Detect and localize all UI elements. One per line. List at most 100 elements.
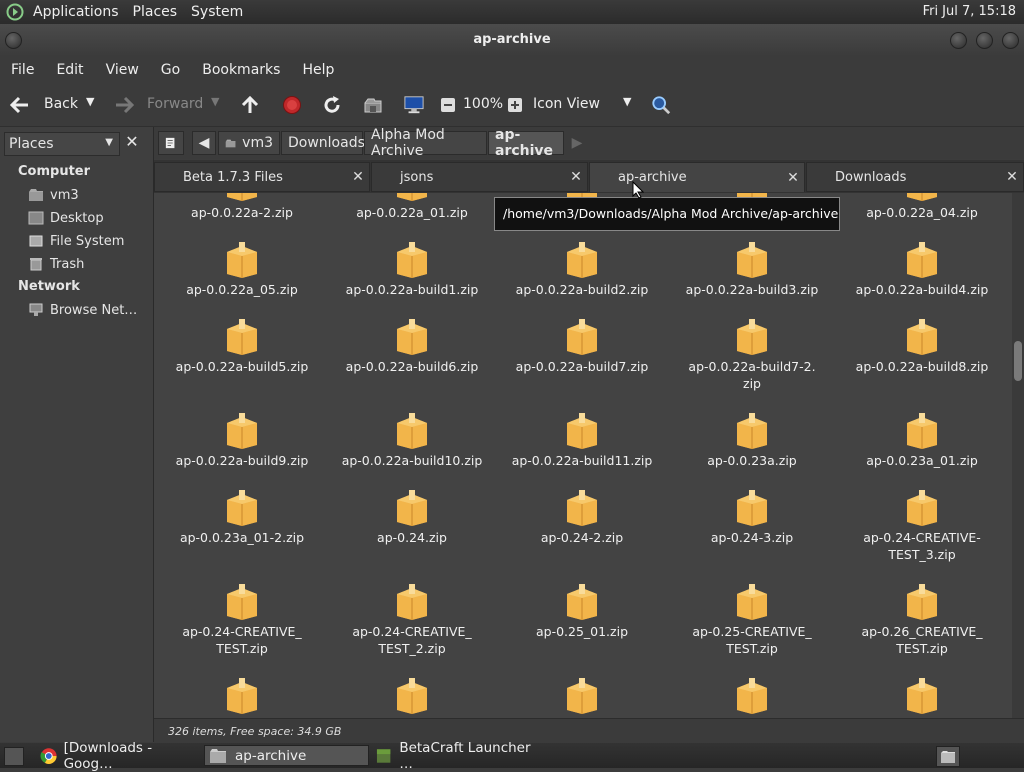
zoom-out-icon[interactable] xyxy=(438,95,458,115)
workspace-switcher-icon[interactable] xyxy=(936,746,960,767)
taskbar-item-ap-archive[interactable]: ap-archive xyxy=(204,745,369,766)
show-desktop-icon[interactable] xyxy=(4,747,24,766)
file-item[interactable]: ap-0.0.22a-build8.zip xyxy=(842,317,1002,375)
file-item[interactable]: ap-0.0.22a-build3.zip xyxy=(672,240,832,298)
sidebar-item-file-system[interactable]: File System xyxy=(28,231,124,251)
file-item[interactable]: ap-0.0.22a-2.zip xyxy=(162,193,322,221)
file-name: ap-0.0.22a-build4.zip xyxy=(855,282,989,297)
file-item[interactable] xyxy=(502,676,662,714)
menu-go[interactable]: Go xyxy=(150,62,191,78)
maximize-button[interactable] xyxy=(976,32,993,49)
file-name: ap-0.0.22a_01.zip xyxy=(356,205,468,220)
file-item[interactable]: ap-0.0.22a-build4.zip xyxy=(842,240,1002,298)
close-tab-icon[interactable]: ✕ xyxy=(351,169,365,185)
close-window-button[interactable] xyxy=(1002,32,1019,49)
breadcrumb-forward-icon[interactable]: ▶ xyxy=(566,131,588,155)
file-item[interactable] xyxy=(332,676,492,714)
places-menu[interactable]: Places xyxy=(126,4,185,20)
taskbar-item-betacraft[interactable]: BetaCraft Launcher … xyxy=(372,740,542,772)
file-item[interactable]: ap-0.0.23a_01.zip xyxy=(842,411,1002,469)
file-item[interactable]: ap-0.24-CREATIVE_ TEST_2.zip xyxy=(332,582,492,657)
tab-beta-files[interactable]: Beta 1.7.3 Files ✕ xyxy=(154,162,370,192)
breadcrumb-downloads[interactable]: Downloads xyxy=(281,131,365,155)
tab-ap-archive[interactable]: ap-archive ✕ xyxy=(589,162,805,192)
back-button[interactable]: Back xyxy=(44,96,78,112)
computer-icon[interactable] xyxy=(404,95,424,115)
menu-view[interactable]: View xyxy=(95,62,150,78)
sidebar-item-vm3[interactable]: vm3 xyxy=(28,185,79,205)
taskbar-item-browser[interactable]: [Downloads - Goog… xyxy=(36,740,202,772)
file-item[interactable] xyxy=(842,676,1002,714)
back-history-dropdown-icon[interactable]: ▼ xyxy=(86,95,94,108)
file-item[interactable]: ap-0.0.22a-build5.zip xyxy=(162,317,322,375)
file-item[interactable]: ap-0.24.zip xyxy=(332,488,492,546)
reload-icon[interactable] xyxy=(322,95,342,115)
breadcrumb-alpha-mod-archive[interactable]: Alpha Mod Archive xyxy=(364,127,487,159)
close-tab-icon[interactable]: ✕ xyxy=(786,170,800,186)
sidebar-item-browse-network[interactable]: Browse Net… xyxy=(28,300,137,320)
file-item[interactable]: ap-0.0.22a-build7-2. zip xyxy=(672,317,832,392)
zoom-in-icon[interactable] xyxy=(505,95,525,115)
distro-logo-icon[interactable] xyxy=(4,2,26,22)
menu-file[interactable]: File xyxy=(0,62,45,78)
file-item[interactable]: ap-0.0.22a-build2.zip xyxy=(502,240,662,298)
stop-icon[interactable] xyxy=(282,95,302,115)
edit-location-icon[interactable] xyxy=(158,131,184,155)
forward-button[interactable]: Forward xyxy=(147,96,203,112)
scrollbar-thumb[interactable] xyxy=(1014,341,1022,381)
applications-menu[interactable]: Applications xyxy=(26,4,126,20)
file-item[interactable]: ap-0.0.22a_04.zip xyxy=(842,193,1002,221)
places-dropdown[interactable]: Places ▼ xyxy=(4,132,120,156)
file-item[interactable]: ap-0.0.22a_05.zip xyxy=(162,240,322,298)
file-item[interactable]: ap-0.24-3.zip xyxy=(672,488,832,546)
home-icon[interactable] xyxy=(363,95,383,115)
file-item[interactable]: ap-0.24-CREATIVE- TEST_3.zip xyxy=(842,488,1002,563)
back-arrow-icon[interactable] xyxy=(10,95,30,115)
file-item[interactable]: ap-0.0.22a-build7.zip xyxy=(502,317,662,375)
breadcrumb-back-icon[interactable]: ◀ xyxy=(192,131,216,155)
zip-archive-icon xyxy=(332,582,492,620)
breadcrumb-ap-archive[interactable]: ap-archive xyxy=(488,127,564,159)
file-item[interactable]: ap-0.0.22a_01.zip xyxy=(332,193,492,221)
icon-view[interactable]: ap-0.0.22a-2.zip ap-0.0.22a_01.zip ap-0.0.… xyxy=(154,193,1012,718)
breadcrumb-vm3[interactable]: vm3 xyxy=(218,131,280,155)
file-item[interactable]: ap-0.24-CREATIVE_ TEST.zip xyxy=(162,582,322,657)
close-sidebar-icon[interactable]: ✕ xyxy=(122,132,142,152)
search-icon[interactable] xyxy=(651,95,671,115)
file-item[interactable]: ap-0.0.22a-build11.zip xyxy=(502,411,662,469)
file-item[interactable]: ap-0.0.23a_01-2.zip xyxy=(162,488,322,546)
close-tab-icon[interactable]: ✕ xyxy=(569,169,583,185)
view-mode-dropdown-icon[interactable]: ▼ xyxy=(623,95,631,108)
vertical-scrollbar[interactable] xyxy=(1012,193,1024,718)
up-arrow-icon[interactable] xyxy=(240,95,260,115)
file-item[interactable]: ap-0.24-2.zip xyxy=(502,488,662,546)
title-bar[interactable]: ap-archive xyxy=(0,24,1024,56)
sidebar-item-desktop[interactable]: Desktop xyxy=(28,208,104,228)
tab-jsons[interactable]: jsons ✕ xyxy=(371,162,588,192)
forward-history-dropdown-icon[interactable]: ▼ xyxy=(211,95,219,108)
view-mode-select[interactable]: Icon View xyxy=(533,96,600,112)
minimize-button[interactable] xyxy=(950,32,967,49)
tab-downloads[interactable]: Downloads ✕ xyxy=(806,162,1024,192)
file-item[interactable]: ap-0.26_CREATIVE_ TEST.zip xyxy=(842,582,1002,657)
file-item[interactable]: ap-0.0.22a-build1.zip xyxy=(332,240,492,298)
system-menu[interactable]: System xyxy=(184,4,250,20)
file-item[interactable]: ap-0.0.23a.zip xyxy=(672,411,832,469)
close-tab-icon[interactable]: ✕ xyxy=(1005,169,1019,185)
file-item[interactable]: ap-0.0.22a-build9.zip xyxy=(162,411,322,469)
zip-archive-icon xyxy=(672,317,832,355)
file-item[interactable]: ap-0.25-CREATIVE_ TEST.zip xyxy=(672,582,832,657)
clock[interactable]: Fri Jul 7, 15:18 xyxy=(923,4,1016,19)
file-item[interactable]: ap-0.0.22a-build10.zip xyxy=(332,411,492,469)
file-item[interactable] xyxy=(672,676,832,714)
file-item[interactable] xyxy=(162,676,322,714)
menu-edit[interactable]: Edit xyxy=(45,62,94,78)
breadcrumb: ◀ vm3 Downloads Alpha Mod Archive ap-arc… xyxy=(154,127,1024,159)
menu-bookmarks[interactable]: Bookmarks xyxy=(191,62,291,78)
chrome-icon xyxy=(40,747,57,764)
menu-help[interactable]: Help xyxy=(291,62,345,78)
file-item[interactable]: ap-0.25_01.zip xyxy=(502,582,662,640)
sidebar-item-trash[interactable]: Trash xyxy=(28,254,84,274)
zoom-level[interactable]: 100% xyxy=(463,96,503,112)
file-item[interactable]: ap-0.0.22a-build6.zip xyxy=(332,317,492,375)
